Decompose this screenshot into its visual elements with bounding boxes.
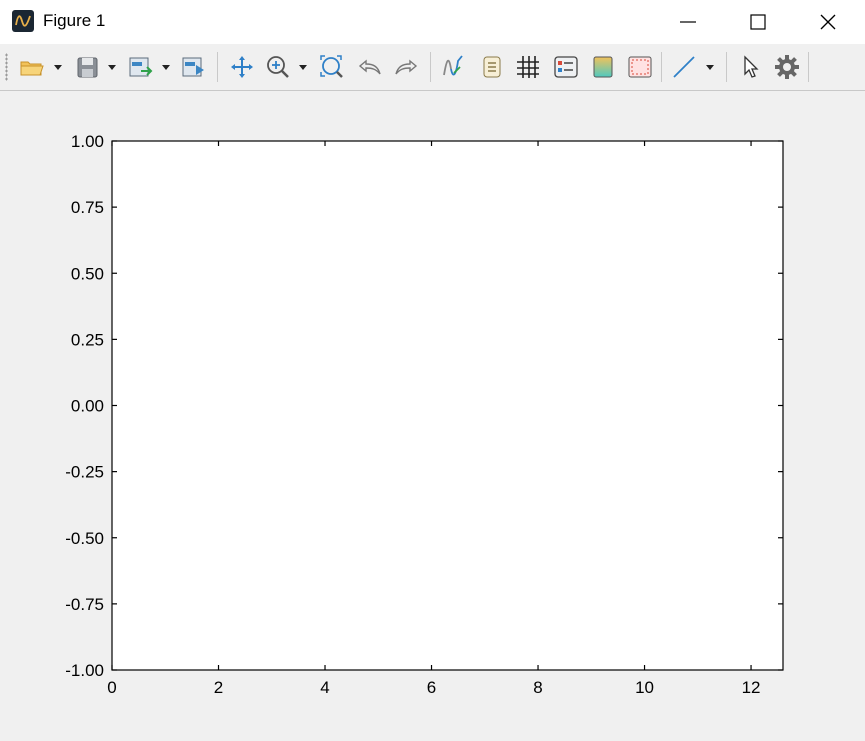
save-button[interactable] — [74, 53, 102, 81]
frame-icon — [628, 56, 652, 78]
colormap-button[interactable] — [589, 53, 617, 81]
y-tick-label: -0.50 — [65, 529, 104, 548]
export-dropdown-icon[interactable] — [161, 62, 171, 72]
line-style-icon — [673, 56, 695, 78]
close-icon — [820, 14, 836, 30]
grid-icon — [517, 56, 539, 78]
x-tick-label: 10 — [635, 678, 654, 697]
toolbar-separator — [661, 52, 662, 82]
legend-icon — [483, 56, 501, 78]
toolbar-grip[interactable] — [5, 53, 8, 81]
fit-view-icon — [320, 55, 343, 78]
open-dropdown-icon[interactable] — [53, 62, 63, 72]
maximize-icon — [750, 14, 766, 30]
export-button[interactable] — [127, 53, 155, 81]
settings-icon — [775, 55, 799, 79]
x-tick-label: 8 — [533, 678, 542, 697]
y-tick-label: -0.75 — [65, 595, 104, 614]
signal-button[interactable] — [440, 53, 468, 81]
open-icon — [20, 61, 44, 76]
y-tick-label: -1.00 — [65, 661, 104, 680]
y-tick-label: 0.00 — [71, 397, 104, 416]
export-icon — [129, 57, 153, 77]
minimize-button[interactable] — [660, 0, 716, 44]
title-bar: Figure 1 — [0, 0, 865, 44]
x-tick-label: 4 — [320, 678, 329, 697]
toolbar-separator — [430, 52, 431, 82]
zoom-dropdown-icon[interactable] — [298, 62, 308, 72]
toolbar — [0, 44, 865, 91]
close-button[interactable] — [800, 0, 856, 44]
y-tick-label: 1.00 — [71, 132, 104, 151]
zoom-button[interactable] — [264, 53, 292, 81]
toolbar-separator — [217, 52, 218, 82]
axes-frame[interactable] — [111, 140, 784, 671]
minimize-icon — [680, 21, 696, 23]
toolbar-separator — [808, 52, 809, 82]
legend-button[interactable] — [478, 53, 506, 81]
figure-canvas[interactable]: 0 2 4 6 8 10 12 1.00 0.75 0.50 0.25 0.00 -0.25 -0.50… — [0, 90, 865, 741]
pan-button[interactable] — [228, 53, 256, 81]
frame-button[interactable] — [626, 53, 654, 81]
y-tick-label: 0.50 — [71, 264, 104, 283]
toolbar-separator — [726, 52, 727, 82]
window-title: Figure 1 — [43, 11, 106, 30]
save-dropdown-icon[interactable] — [107, 62, 117, 72]
y-tick-label: 0.25 — [71, 330, 104, 349]
colormap-icon — [593, 56, 613, 78]
export-data-icon — [182, 57, 204, 77]
zoom-icon — [267, 56, 289, 78]
app-logo-icon — [12, 10, 34, 32]
settings-button[interactable] — [773, 53, 801, 81]
redo-icon — [395, 59, 418, 75]
maximize-button[interactable] — [730, 0, 786, 44]
y-tick-label: -0.25 — [65, 463, 104, 482]
save-icon — [77, 57, 98, 78]
x-tick-label: 12 — [742, 678, 761, 697]
undo-button[interactable] — [356, 53, 384, 81]
x-tick-label: 2 — [214, 678, 223, 697]
export-data-button[interactable] — [180, 53, 208, 81]
undo-icon — [358, 59, 381, 75]
fit-view-button[interactable] — [318, 53, 346, 81]
line-style-dropdown-icon[interactable] — [705, 62, 715, 72]
grid-button[interactable] — [514, 53, 542, 81]
signal-icon — [443, 55, 463, 76]
pointer-button[interactable] — [737, 53, 765, 81]
open-button[interactable] — [18, 53, 46, 81]
properties-button[interactable] — [552, 53, 580, 81]
x-tick-label: 0 — [107, 678, 116, 697]
properties-icon — [554, 56, 578, 78]
y-tick-label: 0.75 — [71, 198, 104, 217]
pan-icon — [231, 56, 253, 78]
x-tick-label: 6 — [427, 678, 436, 697]
redo-button[interactable] — [392, 53, 420, 81]
pointer-icon — [744, 55, 759, 78]
line-style-button[interactable] — [670, 53, 698, 81]
